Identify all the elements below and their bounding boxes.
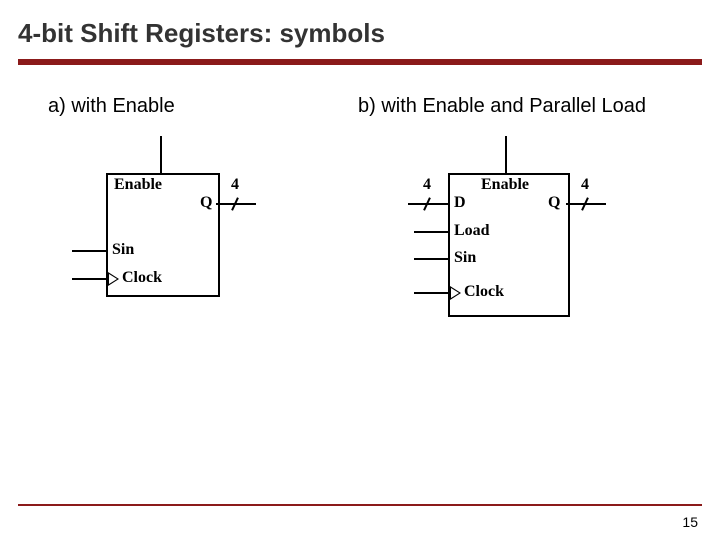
diagB-sin-wire <box>414 258 448 260</box>
diagA-sin-label: Sin <box>112 241 134 259</box>
subtitle-b: b) with Enable and Parallel Load <box>348 95 646 118</box>
page-title: 4-bit Shift Registers: symbols <box>0 0 720 59</box>
diagB-enable-wire <box>505 136 507 173</box>
diagB-q-label: Q <box>548 194 560 212</box>
diagB-load-label: Load <box>454 222 490 240</box>
diagA-clock-wire <box>72 278 106 280</box>
diagB-bus4-in: 4 <box>423 176 431 194</box>
diagA-bus4: 4 <box>231 176 239 194</box>
diagB-bus4-out: 4 <box>581 176 589 194</box>
diagA-enable-label: Enable <box>114 176 162 194</box>
diagB-enable-label: Enable <box>481 176 529 194</box>
footer-rule <box>18 504 702 506</box>
title-rule <box>18 59 702 65</box>
diagB-sin-label: Sin <box>454 249 476 267</box>
diagA-q-label: Q <box>200 194 212 212</box>
diagA-enable-wire <box>160 136 162 173</box>
page-number: 15 <box>682 514 698 530</box>
diagB-clock-wire <box>414 292 448 294</box>
diagA-sin-wire <box>72 250 106 252</box>
diagA-clock-triangle <box>108 272 119 286</box>
diagB-clock-triangle <box>450 286 461 300</box>
diagA-clock-label: Clock <box>122 269 162 287</box>
diagB-load-wire <box>414 231 448 233</box>
diagrams-area: Enable Q 4 Sin Clock Enable 4 D Q 4 Load… <box>0 118 720 378</box>
subtitle-a: a) with Enable <box>0 95 348 118</box>
subtitles-row: a) with Enable b) with Enable and Parall… <box>0 95 720 118</box>
diagB-d-label: D <box>454 194 466 212</box>
diagB-clock-label: Clock <box>464 283 504 301</box>
